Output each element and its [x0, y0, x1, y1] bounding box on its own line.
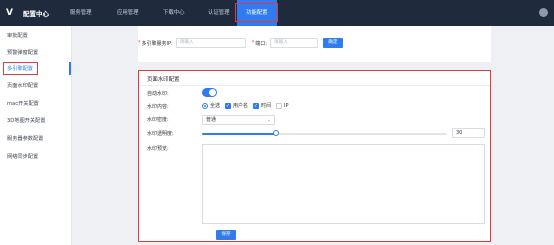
engine-config-card: * 多引擎服务IP: 请输入 * 端口: 请输入 确定: [138, 26, 491, 62]
opacity-slider-handle[interactable]: [272, 130, 279, 136]
watermark-content-options: 全选 ✓ 用户名 ✓ 时间 IP: [202, 102, 289, 109]
auto-watermark-toggle[interactable]: [202, 88, 217, 97]
server-ip-label: 多引擎服务IP:: [141, 40, 173, 47]
sidebar-item-3d-map[interactable]: 3D地图开关配置: [0, 113, 72, 129]
logo-icon: V: [6, 8, 13, 18]
watermark-preview-label: 水印预览:: [147, 146, 169, 152]
opacity-slider[interactable]: [202, 130, 447, 136]
sidebar-active-indicator: [69, 62, 71, 75]
app-title: 配置中心: [23, 10, 49, 18]
time-label: 时间: [261, 103, 272, 109]
nav-highlight-outline: [235, 3, 278, 22]
engine-config-row: * 多引擎服务IP: 请输入 * 端口: 请输入 确定: [138, 38, 343, 48]
divider: [139, 85, 490, 86]
nav-item-auth[interactable]: 认证管理: [208, 0, 230, 26]
username-checkbox[interactable]: ✓: [225, 102, 232, 109]
sidebar-item-watermark[interactable]: 页面水印配置: [0, 78, 72, 94]
sidebar-item-mac-switch[interactable]: mac开关配置: [0, 96, 72, 112]
port-label: 端口:: [255, 40, 267, 47]
watermark-opacity-label: 水印透明度:: [147, 131, 174, 137]
select-all-label: 全选: [210, 103, 221, 109]
user-avatar-icon[interactable]: [539, 8, 548, 17]
nav-item-app[interactable]: 应用管理: [117, 0, 139, 26]
sidebar-item-server-params[interactable]: 服务器参数配置: [0, 131, 72, 147]
time-checkbox[interactable]: ✓: [253, 102, 260, 109]
username-label: 用户名: [233, 103, 249, 109]
watermark-preview-area: [202, 144, 485, 224]
nav-item-service[interactable]: 服务管理: [70, 0, 92, 26]
ip-checkbox[interactable]: [276, 102, 283, 109]
watermark-density-select[interactable]: 普通 ⌄: [202, 115, 275, 125]
select-all-radio[interactable]: [202, 102, 208, 109]
sidebar-item-network-sync[interactable]: 网络同步配置: [0, 149, 72, 165]
save-button[interactable]: 保存: [216, 230, 236, 240]
panel-title: 页面水印配置: [147, 77, 180, 83]
chevron-down-icon: ⌄: [266, 117, 271, 123]
top-navigation-bar: V 配置中心 服务管理 应用管理 下载中心 认证管理 功能配置: [0, 0, 554, 26]
opacity-slider-fill: [202, 133, 276, 135]
confirm-button[interactable]: 确定: [322, 38, 343, 48]
opacity-number-input[interactable]: 30: [452, 128, 485, 138]
nav-item-download[interactable]: 下载中心: [163, 0, 185, 26]
required-mark: *: [138, 40, 141, 46]
sidebar-item-alert-popup[interactable]: 预警弹窗配置: [0, 45, 72, 61]
port-input[interactable]: 请输入: [269, 38, 318, 48]
density-value: 普通: [206, 117, 217, 123]
app-logo[interactable]: V 配置中心: [6, 6, 49, 20]
toggle-knob: [209, 89, 216, 96]
sidebar: 审批配置 预警弹窗配置 多引擎配置 页面水印配置 mac开关配置 3D地图开关配…: [0, 26, 72, 245]
top-right-tools: [539, 8, 548, 17]
sidebar-highlight-outline: [3, 62, 38, 75]
sidebar-item-approval[interactable]: 审批配置: [0, 28, 72, 44]
watermark-content-label: 水印内容:: [147, 104, 169, 110]
watermark-density-label: 水印密度:: [147, 117, 169, 123]
auto-watermark-label: 自动水印:: [147, 91, 169, 97]
server-ip-input[interactable]: 请输入: [175, 38, 246, 48]
required-mark: *: [251, 40, 255, 46]
ip-label: IP: [284, 102, 289, 109]
watermark-config-panel: 页面水印配置 自动水印: 水印内容: 全选 ✓ 用户名 ✓ 时间 IP 水印密度…: [138, 70, 491, 242]
